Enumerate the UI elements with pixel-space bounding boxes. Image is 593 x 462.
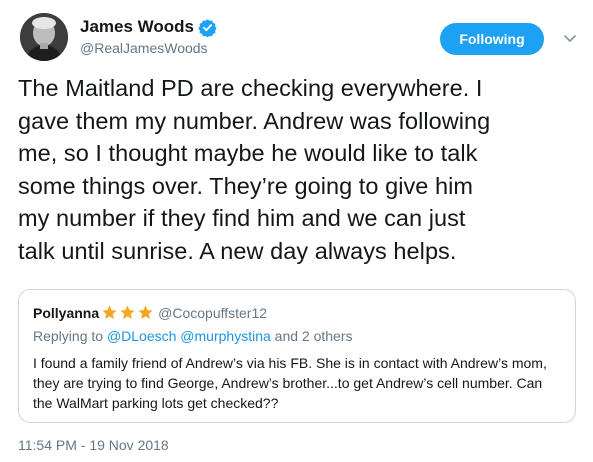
tweet-text-line: my number if they find him and we can ju…: [18, 205, 466, 231]
tweet-header: James Woods @RealJamesWoods Following: [20, 13, 580, 65]
star-icon: [102, 305, 117, 319]
tweet-text-line: me, so I thought maybe he would like to …: [18, 140, 478, 166]
author-info: James Woods @RealJamesWoods: [80, 17, 217, 58]
quoted-tweet[interactable]: Pollyanna @Cocopuffster12 Replying to @D…: [18, 289, 576, 423]
tweet-text: The Maitland PD are checking everywhere.…: [18, 72, 583, 267]
quoted-text-line: the WalMart parking lots get checked??: [33, 395, 279, 411]
replying-to-users-link[interactable]: @DLoesch @murphystina: [107, 328, 271, 344]
following-button[interactable]: Following: [440, 23, 544, 55]
quoted-text-line: I found a family friend of Andrew’s via …: [33, 355, 547, 371]
verified-badge-icon: [198, 18, 217, 37]
star-icon: [138, 305, 153, 319]
quoted-tweet-header: Pollyanna @Cocopuffster12: [33, 304, 267, 321]
author-name[interactable]: James Woods: [80, 17, 194, 37]
avatar[interactable]: [20, 13, 68, 61]
tweet-timestamp[interactable]: 11:54 PM - 19 Nov 2018: [18, 437, 169, 453]
replying-to-suffix: and 2 others: [270, 328, 353, 344]
author-name-row[interactable]: James Woods: [80, 17, 217, 37]
replying-to: Replying to @DLoesch @murphystina and 2 …: [33, 328, 353, 344]
tweet-text-line: some things over. They’re going to give …: [18, 172, 473, 199]
star-icon: [120, 305, 135, 319]
chevron-down-icon[interactable]: [562, 30, 578, 46]
tweet-text-line: gave them my number. Andrew was followin…: [18, 107, 491, 134]
author-handle[interactable]: @RealJamesWoods: [80, 38, 217, 58]
quoted-author-name: Pollyanna: [33, 304, 100, 321]
tweet-text-line: talk until sunrise. A new day always hel…: [18, 237, 457, 264]
replying-to-prefix: Replying to: [33, 328, 107, 344]
quoted-author-handle: @Cocopuffster12: [158, 304, 268, 321]
quoted-tweet-text: I found a family friend of Andrew’s via …: [33, 353, 563, 413]
quoted-text-line: they are trying to find George, Andrew’s…: [33, 375, 543, 391]
star-emojis: [101, 304, 155, 321]
tweet-text-line: The Maitland PD are checking everywhere.…: [18, 75, 483, 101]
